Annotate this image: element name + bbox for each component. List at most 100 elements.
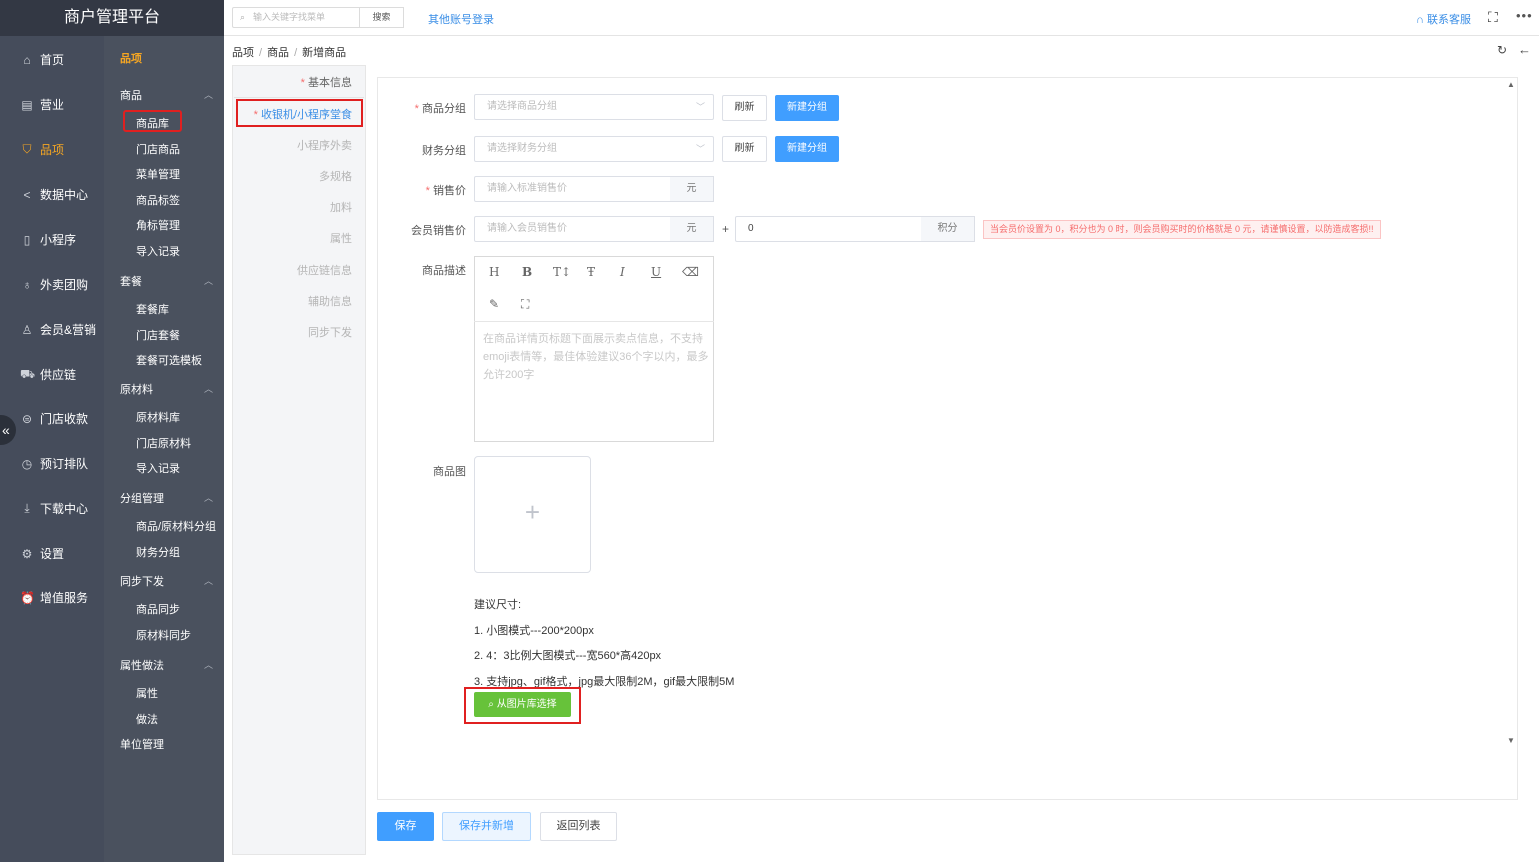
other-account-login-link[interactable]: 其他账号登录 <box>428 11 494 27</box>
search-button[interactable]: 搜索 <box>359 7 404 28</box>
subnav-group[interactable]: 属性做法 <box>120 657 164 673</box>
nav-item[interactable]: ♙ 会员&营销 <box>0 307 104 352</box>
contact-support-link[interactable]: ∩ 联系客服 <box>1416 11 1471 27</box>
member-price-input[interactable]: 请输入会员销售价 <box>474 216 671 242</box>
size-hint-2: 2. 4：3比例大图模式---宽560*高420px <box>474 650 662 662</box>
nav-item[interactable]: ⚙ 设置 <box>0 531 104 576</box>
chevron-up-icon[interactable]: ︿ <box>204 491 213 504</box>
nav-item[interactable]: ⌂ 首页 <box>0 37 104 82</box>
new-finance-group-button[interactable]: 新建分组 <box>775 136 839 162</box>
strikethrough-icon[interactable]: Ŧ <box>587 265 595 279</box>
subnav-item[interactable]: 商品/原材料分组 <box>136 518 216 534</box>
image-upload-box[interactable]: + <box>474 456 591 573</box>
fullscreen-icon[interactable]: ⛶ <box>1488 9 1498 26</box>
search-icon: ⌕ <box>488 699 497 710</box>
home-icon: ⌂ <box>23 52 31 67</box>
subnav-item[interactable]: 套餐可选模板 <box>136 352 202 368</box>
expand-icon[interactable]: ⛶ <box>521 297 529 312</box>
points-input[interactable]: 0 <box>735 216 922 242</box>
subnav-item[interactable]: 原材料库 <box>136 409 180 425</box>
breadcrumb-item[interactable]: 商品 <box>267 47 289 59</box>
product-group-select[interactable]: 请选择商品分组 ﹀ <box>474 94 714 120</box>
subnav-group[interactable]: 同步下发 <box>120 573 164 589</box>
anchor-attributes[interactable]: 属性 <box>330 230 352 246</box>
scroll-up-icon[interactable]: ▲ <box>1507 80 1515 89</box>
search-icon: ⌕ <box>240 12 246 22</box>
subnav-item[interactable]: 门店原材料 <box>136 435 191 451</box>
price-input[interactable]: 请输入标准销售价 <box>474 176 671 202</box>
chevron-up-icon[interactable]: ︿ <box>204 274 213 287</box>
underline-icon[interactable]: U <box>651 265 661 279</box>
nav-item[interactable]: ♁ 外卖团购 <box>0 262 104 307</box>
subnav-item[interactable]: 导入记录 <box>136 243 180 259</box>
points-unit: 积分 <box>921 216 975 242</box>
nav-item-label: 门店收款 <box>40 412 89 426</box>
chevron-up-icon[interactable]: ︿ <box>204 574 213 587</box>
refresh-group-button[interactable]: 刷新 <box>722 95 767 121</box>
nav-item-label: 供应链 <box>40 368 77 382</box>
active-anchor-highlight <box>236 99 363 127</box>
nav-item[interactable]: ⤓ 下载中心 <box>0 486 104 531</box>
phone-icon: ▯ <box>23 232 31 247</box>
anchor-aux-info[interactable]: 辅助信息 <box>308 293 352 309</box>
alarm-icon: ⏰ <box>20 590 35 605</box>
eraser-icon[interactable]: ⌫ <box>682 265 699 279</box>
menu-search-input[interactable]: ⌕ 输入关键字找菜单 <box>232 7 360 28</box>
subnav-item[interactable]: 做法 <box>136 711 158 727</box>
subnav-item[interactable]: 原材料同步 <box>136 627 191 643</box>
anchor-basic-info[interactable]: * 基本信息 <box>301 74 352 90</box>
chevron-down-icon: ﹀ <box>695 144 705 154</box>
nav-item[interactable]: ▯ 小程序 <box>0 217 104 262</box>
breadcrumb-item[interactable]: 品项 <box>232 47 254 59</box>
anchor-multi-spec[interactable]: 多规格 <box>319 168 352 184</box>
pick-from-library-button[interactable]: ⌕ 从图片库选择 <box>474 692 571 717</box>
subnav-item[interactable]: 门店套餐 <box>136 327 180 343</box>
subnav-item[interactable]: 导入记录 <box>136 460 180 476</box>
more-icon[interactable]: ••• <box>1516 8 1533 23</box>
nav-item[interactable]: ⏰ 增值服务 <box>0 575 104 620</box>
subnav-item[interactable]: 财务分组 <box>136 544 180 560</box>
member-price-unit: 元 <box>670 216 714 242</box>
subnav-group[interactable]: 原材料 <box>120 381 153 397</box>
subnav-group[interactable]: 商品 <box>120 87 142 103</box>
refresh-icon[interactable]: ↻ <box>1497 43 1507 57</box>
chevron-up-icon[interactable]: ︿ <box>204 88 213 101</box>
new-group-button[interactable]: 新建分组 <box>775 95 839 121</box>
wallet-icon: ⊜ <box>21 411 33 426</box>
font-size-icon[interactable]: T↕ <box>553 265 571 279</box>
chevron-up-icon[interactable]: ︿ <box>204 658 213 671</box>
chevron-up-icon[interactable]: ︿ <box>204 382 213 395</box>
subnav-item[interactable]: 门店商品 <box>136 141 180 157</box>
save-button[interactable]: 保存 <box>377 812 434 841</box>
subnav-item[interactable]: 角标管理 <box>136 217 180 233</box>
bold-icon[interactable]: B <box>522 265 532 279</box>
nav-item[interactable]: ▤ 营业 <box>0 82 104 127</box>
anchor-takeout[interactable]: 小程序外卖 <box>297 137 352 153</box>
nav-item[interactable]: ⛟ 供应链 <box>0 352 104 397</box>
nav-item[interactable]: ⊜ 门店收款 <box>0 396 104 441</box>
anchor-addons[interactable]: 加料 <box>330 199 352 215</box>
subnav-group[interactable]: 分组管理 <box>120 490 164 506</box>
heading-icon[interactable]: H <box>489 265 499 279</box>
refresh-finance-button[interactable]: 刷新 <box>722 136 767 162</box>
scroll-down-icon[interactable]: ▼ <box>1507 736 1515 745</box>
subnav-item[interactable]: 菜单管理 <box>136 166 180 182</box>
nav-item[interactable]: < 数据中心 <box>0 172 104 217</box>
nav-item-label: 预订排队 <box>40 457 89 471</box>
back-arrow-icon[interactable]: ← <box>1518 42 1531 57</box>
nav-item[interactable]: ⛉ 品项 <box>0 127 104 172</box>
subnav-item[interactable]: 商品同步 <box>136 601 180 617</box>
subnav-item[interactable]: 商品标签 <box>136 192 180 208</box>
nav-item[interactable]: ◷ 预订排队 <box>0 441 104 486</box>
save-and-new-button[interactable]: 保存并新增 <box>442 812 531 841</box>
finance-group-select[interactable]: 请选择财务分组 ﹀ <box>474 136 714 162</box>
subnav-group[interactable]: 套餐 <box>120 273 142 289</box>
brush-icon[interactable]: ✎ <box>489 297 499 311</box>
anchor-supply-chain[interactable]: 供应链信息 <box>297 262 352 278</box>
subnav-item[interactable]: 属性 <box>136 685 158 701</box>
subnav-group[interactable]: 单位管理 <box>120 736 164 752</box>
anchor-sync[interactable]: 同步下发 <box>308 324 352 340</box>
back-to-list-button[interactable]: 返回列表 <box>540 812 617 841</box>
italic-icon[interactable]: I <box>620 265 625 279</box>
subnav-item[interactable]: 套餐库 <box>136 301 169 317</box>
